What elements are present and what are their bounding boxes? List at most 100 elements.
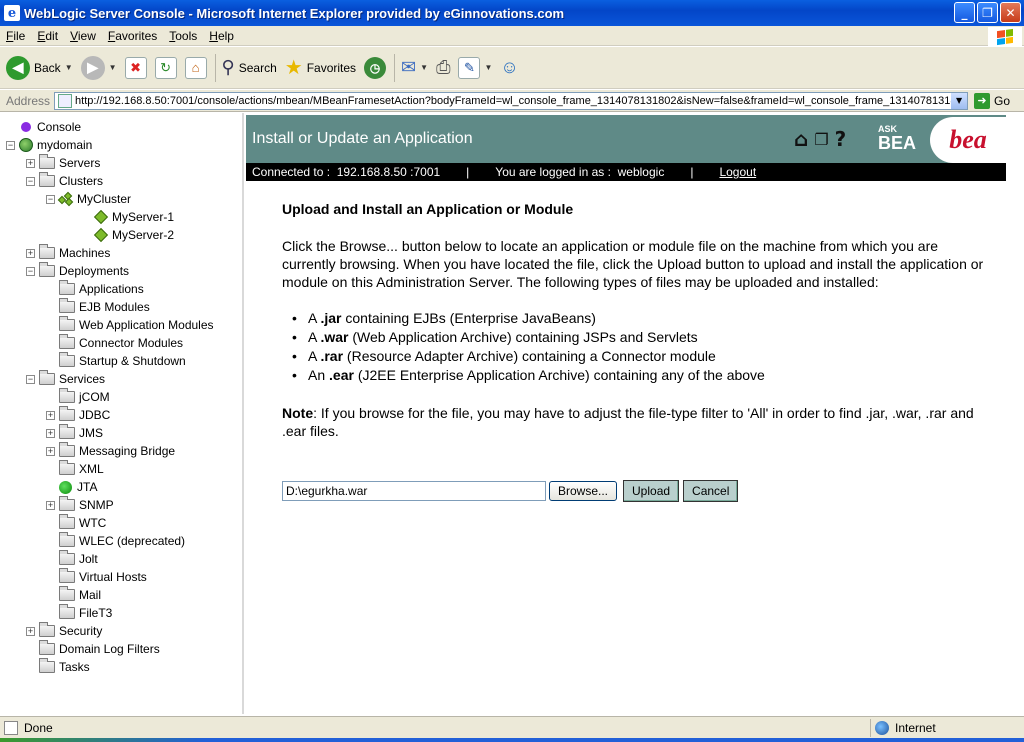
tree-item-label[interactable]: WLEC (deprecated) [79,534,185,548]
browse-button[interactable]: Browse... [549,481,618,501]
tree-item-label[interactable]: Connector Modules [79,336,183,350]
tree-item-label[interactable]: Services [59,372,105,386]
windows-icon[interactable]: ❐ [814,130,828,149]
menu-view[interactable]: View [64,29,102,43]
edit-button[interactable]: ✎ ▼ [458,56,492,79]
ask-bea-link[interactable]: ASK BEA [878,125,916,153]
tree-item-label[interactable]: EJB Modules [79,300,150,314]
tree-item[interactable]: + JMS [46,424,103,442]
cancel-button[interactable]: Cancel [683,480,739,502]
forward-dropdown-icon[interactable]: ▼ [109,63,117,72]
collapse-icon[interactable]: − [26,374,35,384]
tree-item[interactable]: − MyCluster [46,190,131,208]
collapse-icon[interactable]: − [6,140,15,150]
tree-item-label[interactable]: Deployments [59,264,129,278]
tree-item[interactable]: jCOM [46,388,110,406]
expand-icon[interactable]: + [46,428,55,438]
tree-item-label[interactable]: Messaging Bridge [79,444,175,458]
menu-edit[interactable]: Edit [31,29,64,43]
tree-item[interactable]: Console [6,118,81,136]
tree-item[interactable]: Applications [46,280,144,298]
tree-item[interactable]: Virtual Hosts [46,568,147,586]
tree-item-label[interactable]: MyServer-1 [112,210,174,224]
tree-item-label[interactable]: Jolt [79,552,98,566]
home-icon[interactable]: ⌂ [794,127,808,151]
tree-item[interactable]: Domain Log Filters [26,640,160,658]
tree-item-label[interactable]: Console [37,120,81,134]
tree-item[interactable]: − Services [26,370,105,388]
tree-item[interactable]: XML [46,460,104,478]
expand-icon[interactable]: + [46,500,55,510]
tree-item-label[interactable]: MyCluster [77,192,131,206]
tree-item[interactable]: EJB Modules [46,298,150,316]
tree-item[interactable]: + Messaging Bridge [46,442,175,460]
tree-item-label[interactable]: WTC [79,516,106,530]
refresh-button[interactable]: ↻ [154,56,177,79]
search-button[interactable]: ⚲ Search [222,57,277,78]
tree-item[interactable]: Startup & Shutdown [46,352,186,370]
tree-item-label[interactable]: FileT3 [79,606,112,620]
tree-item[interactable]: MyServer-1 [80,208,174,226]
forward-button[interactable]: ▶ ▼ [80,55,117,80]
tree-item[interactable]: + Servers [26,154,100,172]
tree-item-label[interactable]: mydomain [37,138,92,152]
close-button[interactable]: ✕ [1000,2,1021,23]
tree-item-label[interactable]: JDBC [79,408,110,422]
tree-item-label[interactable]: Virtual Hosts [79,570,147,584]
tree-item-label[interactable]: Startup & Shutdown [79,354,186,368]
tree-item[interactable]: MyServer-2 [80,226,174,244]
security-zone[interactable]: Internet [870,718,936,737]
print-button[interactable]: ⎙ [436,57,450,78]
tree-item-label[interactable]: jCOM [79,390,110,404]
window-title-bar[interactable]: e WebLogic Server Console - Microsoft In… [0,0,1024,26]
expand-icon[interactable]: + [26,626,35,636]
menu-tools[interactable]: Tools [163,29,203,43]
tree-item[interactable]: Connector Modules [46,334,183,352]
history-button[interactable]: ◷ [364,56,387,79]
tree-item[interactable]: JTA [46,478,97,496]
mail-dropdown-icon[interactable]: ▼ [420,63,428,72]
tree-item-label[interactable]: Applications [79,282,144,296]
tree-item-label[interactable]: Security [59,624,102,638]
tree-item[interactable]: Jolt [46,550,98,568]
tree-item[interactable]: WTC [46,514,106,532]
tree-item[interactable]: + JDBC [46,406,110,424]
expand-icon[interactable]: + [46,410,55,420]
collapse-icon[interactable]: − [26,266,35,276]
edit-dropdown-icon[interactable]: ▼ [484,63,492,72]
tree-item[interactable]: WLEC (deprecated) [46,532,185,550]
address-input[interactable]: http://192.168.8.50:7001/console/actions… [54,91,969,110]
collapse-icon[interactable]: − [46,194,55,204]
tree-item[interactable]: + Machines [26,244,110,262]
address-url[interactable]: http://192.168.8.50:7001/console/actions… [75,95,953,107]
logout-link[interactable]: Logout [719,165,756,179]
address-dropdown-icon[interactable]: ▼ [951,92,968,109]
tree-item-label[interactable]: Machines [59,246,110,260]
tree-item-label[interactable]: Servers [59,156,100,170]
menu-help[interactable]: Help [203,29,240,43]
back-dropdown-icon[interactable]: ▼ [65,63,73,72]
menu-file[interactable]: File [0,29,31,43]
home-button[interactable]: ⌂ [184,56,207,79]
stop-button[interactable]: ✖ [124,56,147,79]
tree-item-label[interactable]: Tasks [59,660,90,674]
tree-item[interactable]: − Deployments [26,262,129,280]
help-icon[interactable]: ? [835,127,847,151]
favorites-button[interactable]: ★ Favorites [285,55,356,80]
upload-button[interactable]: Upload [623,480,680,502]
tree-item[interactable]: − mydomain [6,136,92,154]
menu-favorites[interactable]: Favorites [102,29,163,43]
tree-item-label[interactable]: JMS [79,426,103,440]
file-path-input[interactable] [282,481,546,501]
expand-icon[interactable]: + [26,158,35,168]
back-button[interactable]: ◀ Back ▼ [6,55,73,80]
tree-item-label[interactable]: Web Application Modules [79,318,214,332]
tree-item-label[interactable]: Mail [79,588,101,602]
minimize-button[interactable]: _ [954,2,975,23]
tree-item-label[interactable]: Clusters [59,174,103,188]
tree-item[interactable]: + SNMP [46,496,114,514]
tree-item[interactable]: FileT3 [46,604,112,622]
expand-icon[interactable]: + [46,446,55,456]
tree-item[interactable]: + Security [26,622,102,640]
tree-item-label[interactable]: MyServer-2 [112,228,174,242]
